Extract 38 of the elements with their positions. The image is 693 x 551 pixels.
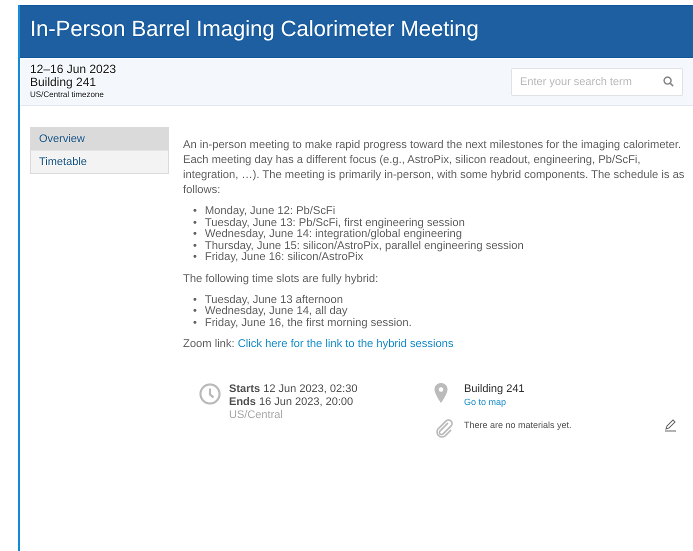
bullet-mark: • — [193, 294, 197, 306]
pencil-icon[interactable] — [664, 419, 677, 432]
hybrid-item: Wednesday, June 14, all day — [204, 306, 348, 318]
zoom-label: Zoom link: — [183, 338, 235, 350]
paperclip-icon — [434, 419, 454, 439]
event-location: Building 241 — [30, 76, 98, 88]
bullet-mark: • — [193, 318, 197, 329]
hybrid-item: Tuesday, June 13 afternoon — [204, 294, 343, 306]
bullet-mark: • — [193, 240, 197, 252]
end-time: Ends 16 Jun 2023, 20:00 — [229, 396, 354, 409]
zoom-link[interactable]: Click here for the link to the hybrid sessions — [238, 338, 454, 350]
bullet-mark: • — [193, 218, 197, 229]
materials-text: There are no materials yet. — [463, 419, 573, 432]
bullet-mark: • — [193, 252, 197, 264]
schedule-item: Monday, June 12: Pb/ScFi — [204, 206, 336, 218]
search-field[interactable]: Enter your search term — [511, 68, 683, 96]
schedule-item: Wednesday, June 14: integration/global engineering — [204, 229, 462, 240]
bullet-mark: • — [193, 306, 197, 318]
menu-item[interactable]: Overview — [31, 128, 168, 150]
map-link[interactable]: Go to map — [464, 396, 525, 409]
location-pin-icon — [434, 383, 448, 403]
event-timezone: US/Central timezone — [30, 88, 105, 100]
menu-item[interactable]: Timetable — [31, 150, 168, 173]
schedule-item: Thursday, June 15: silicon/AstroPix, parallel engineering session — [204, 240, 524, 252]
schedule-item: Friday, June 16: silicon/AstroPix — [204, 252, 364, 264]
description-text: An in-person meeting to make rapid progress toward the next milestones for the imaging calorimeter. Each meeting day has a different focus (e.g., AstroPix, silicon readout, engineering, Pb/ScFi, integration, …). The meeting is primarily in-person, with some hybrid components. The schedule is as follows: — [183, 138, 685, 198]
hybrid-intro: The following time slots are fully hybrid: — [183, 272, 380, 286]
clock-icon — [199, 383, 221, 405]
search-icon — [663, 76, 674, 86]
hybrid-item: Friday, June 16, the first morning session. — [204, 318, 412, 329]
bullet-mark: • — [193, 206, 197, 218]
bullet-mark: • — [193, 229, 197, 240]
schedule-item: Tuesday, June 13: Pb/ScFi, first engineering session — [204, 218, 465, 228]
room-name: Building 241 — [464, 383, 525, 396]
event-dates: 12–16 Jun 2023 — [30, 62, 116, 76]
start-time: Starts 12 Jun 2023, 02:30 — [229, 383, 358, 396]
event-title: In-Person Barrel Imaging Calorimeter Meeting — [30, 16, 479, 42]
timezone-text: US/Central — [229, 409, 284, 422]
